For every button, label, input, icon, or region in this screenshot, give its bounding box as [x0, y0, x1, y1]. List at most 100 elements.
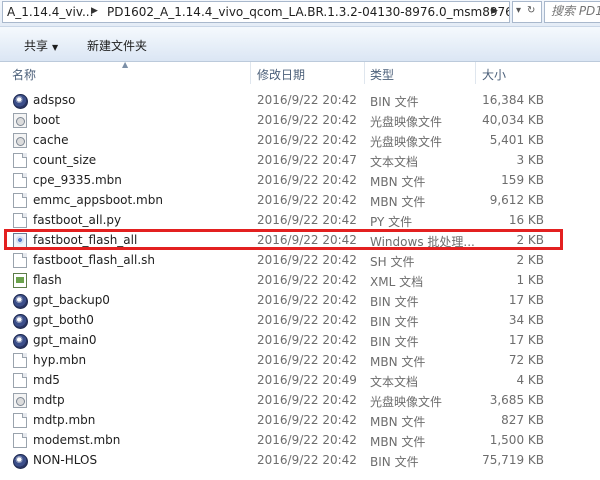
file-name: modemst.mbn [33, 433, 121, 447]
generic-file-icon [13, 173, 27, 188]
generic-file-icon [13, 353, 27, 368]
disc-bin-icon [13, 314, 28, 329]
file-date: 2016/9/22 20:42 [257, 193, 357, 207]
breadcrumb-current[interactable]: PD1602_A_1.14.4_vivo_qcom_LA.BR.1.3.2-04… [107, 5, 509, 19]
file-type: MBN 文件 [370, 195, 426, 209]
file-name: mdtp [33, 393, 65, 407]
column-type[interactable]: 类型 [370, 66, 394, 83]
file-name: count_size [33, 153, 97, 167]
file-row[interactable]: boot 2016/9/22 20:42 光盘映像文件 40,034 KB [0, 110, 600, 130]
sort-ascending-icon: ▲ [122, 60, 129, 69]
generic-file-icon [13, 253, 27, 268]
file-row[interactable]: mdtp 2016/9/22 20:42 光盘映像文件 3,685 KB [0, 390, 600, 410]
file-row[interactable]: emmc_appsboot.mbn 2016/9/22 20:42 MBN 文件… [0, 190, 600, 210]
file-name: cache [33, 133, 69, 147]
file-date: 2016/9/22 20:42 [257, 333, 357, 347]
text-file-icon [13, 153, 27, 168]
chevron-right-icon[interactable]: ▶ [91, 6, 98, 16]
file-date: 2016/9/22 20:42 [257, 133, 357, 147]
file-size: 16 KB [508, 213, 544, 227]
file-type: BIN 文件 [370, 95, 419, 109]
file-name: md5 [33, 373, 60, 387]
file-row[interactable]: cache 2016/9/22 20:42 光盘映像文件 5,401 KB [0, 130, 600, 150]
file-size: 2 KB [516, 253, 544, 267]
disc-bin-icon [13, 94, 28, 109]
search-box[interactable] [544, 1, 600, 23]
file-row[interactable]: flash 2016/9/22 20:42 XML 文档 1 KB [0, 270, 600, 290]
column-divider[interactable] [250, 62, 251, 84]
file-row[interactable]: mdtp.mbn 2016/9/22 20:42 MBN 文件 827 KB [0, 410, 600, 430]
file-row-highlighted[interactable]: fastboot_flash_all 2016/9/22 20:42 Windo… [0, 230, 600, 250]
file-row[interactable]: adspso 2016/9/22 20:42 BIN 文件 16,384 KB [0, 90, 600, 110]
file-name: mdtp.mbn [33, 413, 96, 427]
file-type: 光盘映像文件 [370, 135, 443, 149]
file-name: fastboot_all.py [33, 213, 122, 227]
file-name: adspso [33, 93, 76, 107]
file-size: 72 KB [508, 353, 544, 367]
file-row[interactable]: hyp.mbn 2016/9/22 20:42 MBN 文件 72 KB [0, 350, 600, 370]
file-name: boot [33, 113, 61, 127]
file-type: MBN 文件 [370, 435, 426, 449]
file-row[interactable]: fastboot_flash_all.sh 2016/9/22 20:42 SH… [0, 250, 600, 270]
file-date: 2016/9/22 20:42 [257, 173, 357, 187]
file-name: emmc_appsboot.mbn [33, 193, 163, 207]
toolbar: 共享 ▼ 新建文件夹 [0, 27, 600, 62]
file-name: gpt_backup0 [33, 293, 110, 307]
chevron-right-icon[interactable]: ▶ [491, 6, 498, 16]
search-input[interactable] [551, 4, 600, 18]
file-size: 75,719 KB [482, 453, 544, 467]
file-date: 2016/9/22 20:42 [257, 453, 357, 467]
column-date[interactable]: 修改日期 [257, 66, 305, 83]
file-row[interactable]: NON-HLOS 2016/9/22 20:42 BIN 文件 75,719 K… [0, 450, 600, 470]
file-type: BIN 文件 [370, 455, 419, 469]
file-type: 文本文档 [370, 155, 419, 169]
file-size: 34 KB [508, 313, 544, 327]
xml-file-icon [13, 273, 27, 288]
chevron-down-icon[interactable]: ▾ [516, 5, 521, 16]
column-name[interactable]: 名称 [12, 66, 36, 83]
share-button[interactable]: 共享 ▼ [24, 37, 58, 54]
file-size: 40,034 KB [482, 113, 544, 127]
file-name: NON-HLOS [33, 453, 98, 467]
file-row[interactable]: fastboot_all.py 2016/9/22 20:42 PY 文件 16… [0, 210, 600, 230]
file-row[interactable]: md5 2016/9/22 20:49 文本文档 4 KB [0, 370, 600, 390]
file-type: XML 文档 [370, 275, 424, 289]
file-type: Windows 批处理... [370, 235, 475, 249]
generic-file-icon [13, 433, 27, 448]
refresh-icon[interactable]: ↻ [527, 5, 535, 16]
column-divider[interactable] [364, 62, 365, 84]
share-label: 共享 [24, 39, 49, 53]
file-row[interactable]: count_size 2016/9/22 20:47 文本文档 3 KB [0, 150, 600, 170]
address-bar[interactable]: A_1.14.4_viv... ▶ PD1602_A_1.14.4_vivo_q… [2, 1, 510, 23]
chevron-down-icon: ▼ [52, 43, 59, 52]
file-row[interactable]: gpt_both0 2016/9/22 20:42 BIN 文件 34 KB [0, 310, 600, 330]
breadcrumb-parent[interactable]: A_1.14.4_viv... [7, 5, 93, 19]
generic-file-icon [13, 413, 27, 428]
address-dropdown[interactable]: ▾ ↻ [512, 1, 542, 23]
file-name: cpe_9335.mbn [33, 173, 122, 187]
file-type: BIN 文件 [370, 315, 419, 329]
new-folder-button[interactable]: 新建文件夹 [87, 37, 147, 54]
file-size: 827 KB [501, 413, 544, 427]
file-date: 2016/9/22 20:49 [257, 373, 357, 387]
file-row[interactable]: gpt_backup0 2016/9/22 20:42 BIN 文件 17 KB [0, 290, 600, 310]
file-size: 4 KB [516, 373, 544, 387]
file-row[interactable]: cpe_9335.mbn 2016/9/22 20:42 MBN 文件 159 … [0, 170, 600, 190]
file-date: 2016/9/22 20:42 [257, 113, 357, 127]
file-row[interactable]: modemst.mbn 2016/9/22 20:42 MBN 文件 1,500… [0, 430, 600, 450]
file-row[interactable]: gpt_main0 2016/9/22 20:42 BIN 文件 17 KB [0, 330, 600, 350]
file-name: fastboot_flash_all.sh [33, 253, 156, 267]
disc-bin-icon [13, 454, 28, 469]
file-type: MBN 文件 [370, 355, 426, 369]
file-type: BIN 文件 [370, 335, 419, 349]
file-type: MBN 文件 [370, 175, 426, 189]
file-size: 159 KB [501, 173, 544, 187]
file-date: 2016/9/22 20:42 [257, 313, 357, 327]
file-size: 5,401 KB [489, 133, 544, 147]
file-name: hyp.mbn [33, 353, 87, 367]
file-date: 2016/9/22 20:42 [257, 353, 357, 367]
column-size[interactable]: 大小 [482, 66, 506, 83]
file-name: gpt_main0 [33, 333, 97, 347]
column-divider[interactable] [475, 62, 476, 84]
file-type: MBN 文件 [370, 415, 426, 429]
